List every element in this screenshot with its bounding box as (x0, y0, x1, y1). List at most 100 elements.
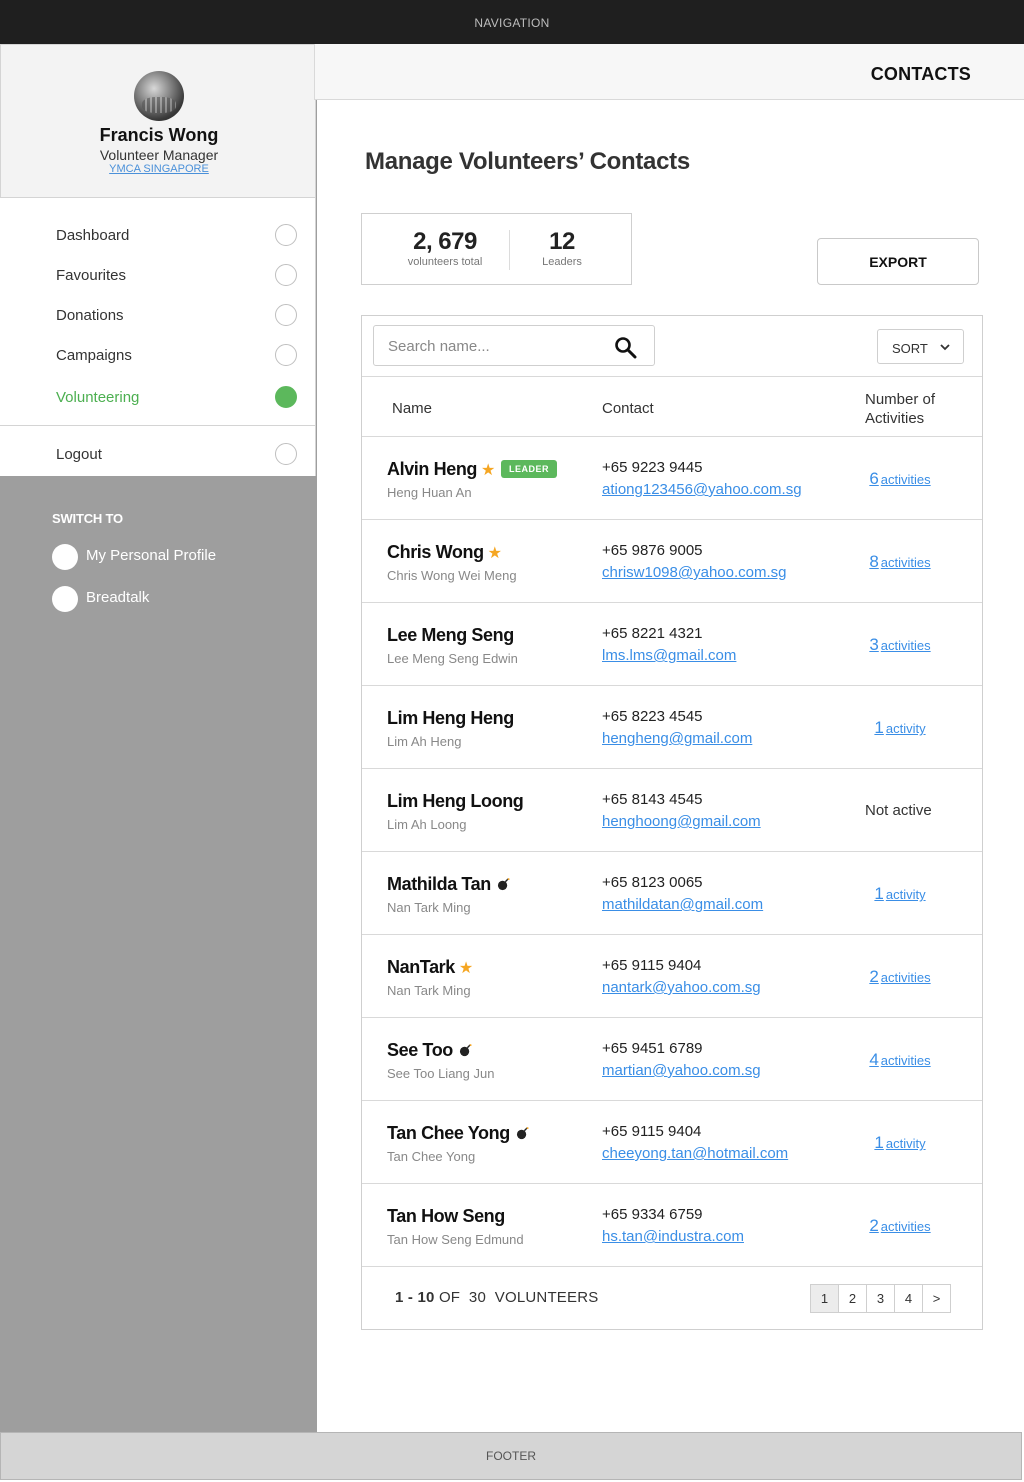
table-row: See Too See Too Liang Jun +65 9451 6789 mar… (362, 1018, 982, 1101)
switch-to-title: SWITCH TO (52, 511, 123, 526)
sidebar-item-label: Dashboard (56, 227, 130, 244)
activities-link[interactable]: 2 activities (840, 967, 960, 987)
table-row: Chris Wong ★ Chris Wong Wei Meng +65 9876 9… (362, 520, 982, 603)
header-title: CONTACTS (870, 64, 971, 84)
top-navigation: NAVIGATION (0, 0, 1024, 44)
chevron-down-icon (940, 344, 950, 351)
activities-link[interactable]: 1 activity (840, 1133, 960, 1153)
stat-leaders: 12 Leaders (520, 228, 604, 268)
sidebar-item-dashboard[interactable]: Dashboard (0, 215, 315, 255)
volunteer-email-link[interactable]: hs.tan@industra.com (602, 1228, 744, 1245)
volunteer-email-link[interactable]: henghoong@gmail.com (602, 813, 761, 830)
volunteer-email-link[interactable]: chrisw1098@yahoo.com.sg (602, 564, 786, 581)
sidebar-menu-list: Dashboard Favourites Donations Campaigns Vol… (0, 198, 315, 426)
profile-org-link[interactable]: YMCA SINGAPORE (1, 163, 317, 175)
volunteer-name-text[interactable]: Lee Meng Seng (387, 625, 514, 645)
volunteer-alias: See Too Liang Jun (387, 1066, 495, 1081)
activities-link[interactable]: 1 activity (840, 884, 960, 904)
stats-divider (509, 230, 510, 270)
sidebar-item-campaigns[interactable]: Campaigns (0, 335, 315, 375)
profile-circle-icon (52, 586, 78, 612)
volunteer-alias: Lee Meng Seng Edwin (387, 651, 518, 666)
volunteer-name-text[interactable]: Mathilda Tan (387, 874, 491, 894)
pagination-page-1[interactable]: 1 (810, 1284, 839, 1313)
profile-role: Volunteer Manager (99, 147, 219, 163)
volunteer-alias: Lim Ah Loong (387, 817, 467, 832)
pagination-page-2[interactable]: 2 (838, 1284, 867, 1313)
sidebar-menu: Dashboard Favourites Donations Campaigns Vol… (0, 198, 316, 476)
bomb-icon (497, 875, 510, 891)
volunteer-name-text[interactable]: Alvin Heng (387, 459, 477, 479)
activities-link[interactable]: 2 activities (840, 1216, 960, 1236)
activities-link[interactable]: 8 activities (840, 552, 960, 572)
volunteer-name: Lee Meng Seng (387, 625, 514, 646)
search-placeholder: Search name... (388, 338, 490, 355)
volunteer-name: See Too (387, 1040, 472, 1061)
activities-link[interactable]: 1 activity (840, 718, 960, 738)
sidebar: Francis Wong Volunteer Manager YMCA SING… (0, 44, 317, 1432)
status-circle-icon (275, 304, 297, 326)
table-row: Lim Heng Heng Lim Ah Heng +65 8223 4545 hen… (362, 686, 982, 769)
sidebar-item-donations[interactable]: Donations (0, 295, 315, 335)
search-icon[interactable] (614, 336, 638, 360)
volunteer-alias: Lim Ah Heng (387, 734, 462, 749)
star-icon: ★ (458, 960, 473, 977)
volunteer-phone: +65 9115 9404 (602, 1123, 702, 1140)
sidebar-item-volunteering[interactable]: Volunteering (0, 375, 315, 419)
volunteer-phone: +65 9223 9445 (602, 459, 703, 476)
switch-item-label: My Personal Profile (86, 547, 217, 564)
activities-link[interactable]: 6 activities (840, 469, 960, 489)
sidebar-item-favourites[interactable]: Favourites (0, 255, 315, 295)
volunteer-email-link[interactable]: ationg123456@yahoo.com.sg (602, 481, 802, 498)
volunteer-email-link[interactable]: martian@yahoo.com.sg (602, 1062, 761, 1079)
table-row: Alvin Heng ★ LEADER Heng Huan An +65 9223 94… (362, 437, 982, 520)
volunteer-name-text[interactable]: Chris Wong (387, 542, 484, 562)
stats-box: 2, 679 volunteers total 12 Leaders (361, 213, 632, 285)
volunteer-email-link[interactable]: cheeyong.tan@hotmail.com (602, 1145, 788, 1162)
pagination-total: 30 (468, 1289, 487, 1306)
volunteer-phone: +65 9334 6759 (602, 1206, 703, 1223)
volunteer-name: Lim Heng Loong (387, 791, 524, 812)
volunteer-name-text[interactable]: Lim Heng Loong (387, 791, 524, 811)
bomb-icon (459, 1041, 472, 1057)
volunteer-phone: +65 8221 4321 (602, 625, 703, 642)
profile-name: Francis Wong (99, 125, 219, 145)
column-header-activities[interactable]: Number of Activities (865, 390, 955, 428)
stat-leaders-caption: Leaders (542, 256, 582, 268)
sidebar-item-logout[interactable]: Logout (0, 434, 315, 474)
footer: FOOTER (0, 1432, 1022, 1480)
pagination-next-button[interactable]: > (922, 1284, 951, 1313)
star-icon: ★ (487, 545, 502, 562)
export-button[interactable]: EXPORT (817, 238, 979, 285)
volunteer-email-link[interactable]: lms.lms@gmail.com (602, 647, 736, 664)
sort-dropdown[interactable]: SORT (877, 329, 964, 364)
pagination-page-4[interactable]: 4 (894, 1284, 923, 1313)
volunteer-name-text[interactable]: Tan Chee Yong (387, 1123, 510, 1143)
volunteer-alias: Heng Huan An (387, 485, 472, 500)
volunteer-name-text[interactable]: See Too (387, 1040, 453, 1060)
table-row: NanTark ★ Nan Tark Ming +65 9115 9404 nantar… (362, 935, 982, 1018)
activities-count: 8 (869, 552, 879, 571)
avatar[interactable] (134, 71, 184, 121)
activities-count: 1 (874, 1133, 884, 1152)
column-header-name[interactable]: Name (392, 400, 432, 417)
activities-link[interactable]: 3 activities (840, 635, 960, 655)
search-input[interactable]: Search name... (373, 325, 655, 366)
volunteer-email-link[interactable]: hengheng@gmail.com (602, 730, 752, 747)
bomb-icon (516, 1124, 529, 1140)
volunteer-name-text[interactable]: NanTark (387, 957, 455, 977)
navigation-label: NAVIGATION (474, 16, 550, 30)
volunteer-name-text[interactable]: Tan How Seng (387, 1206, 505, 1226)
volunteer-email-link[interactable]: nantark@yahoo.com.sg (602, 979, 761, 996)
pagination-page-3[interactable]: 3 (866, 1284, 895, 1313)
volunteer-email-link[interactable]: mathildatan@gmail.com (602, 896, 763, 913)
activities-link[interactable]: 4 activities (840, 1050, 960, 1070)
table-header: Name Contact Number of Activities (362, 376, 982, 437)
volunteer-name: Lim Heng Heng (387, 708, 514, 729)
column-header-contact[interactable]: Contact (602, 400, 654, 417)
volunteer-phone: +65 8123 0065 (602, 874, 703, 891)
volunteer-name-text[interactable]: Lim Heng Heng (387, 708, 514, 728)
volunteer-name: Alvin Heng ★ LEADER (387, 459, 557, 480)
table-row: Lee Meng Seng Lee Meng Seng Edwin +65 8221… (362, 603, 982, 686)
sidebar-item-label: Volunteering (56, 389, 140, 406)
